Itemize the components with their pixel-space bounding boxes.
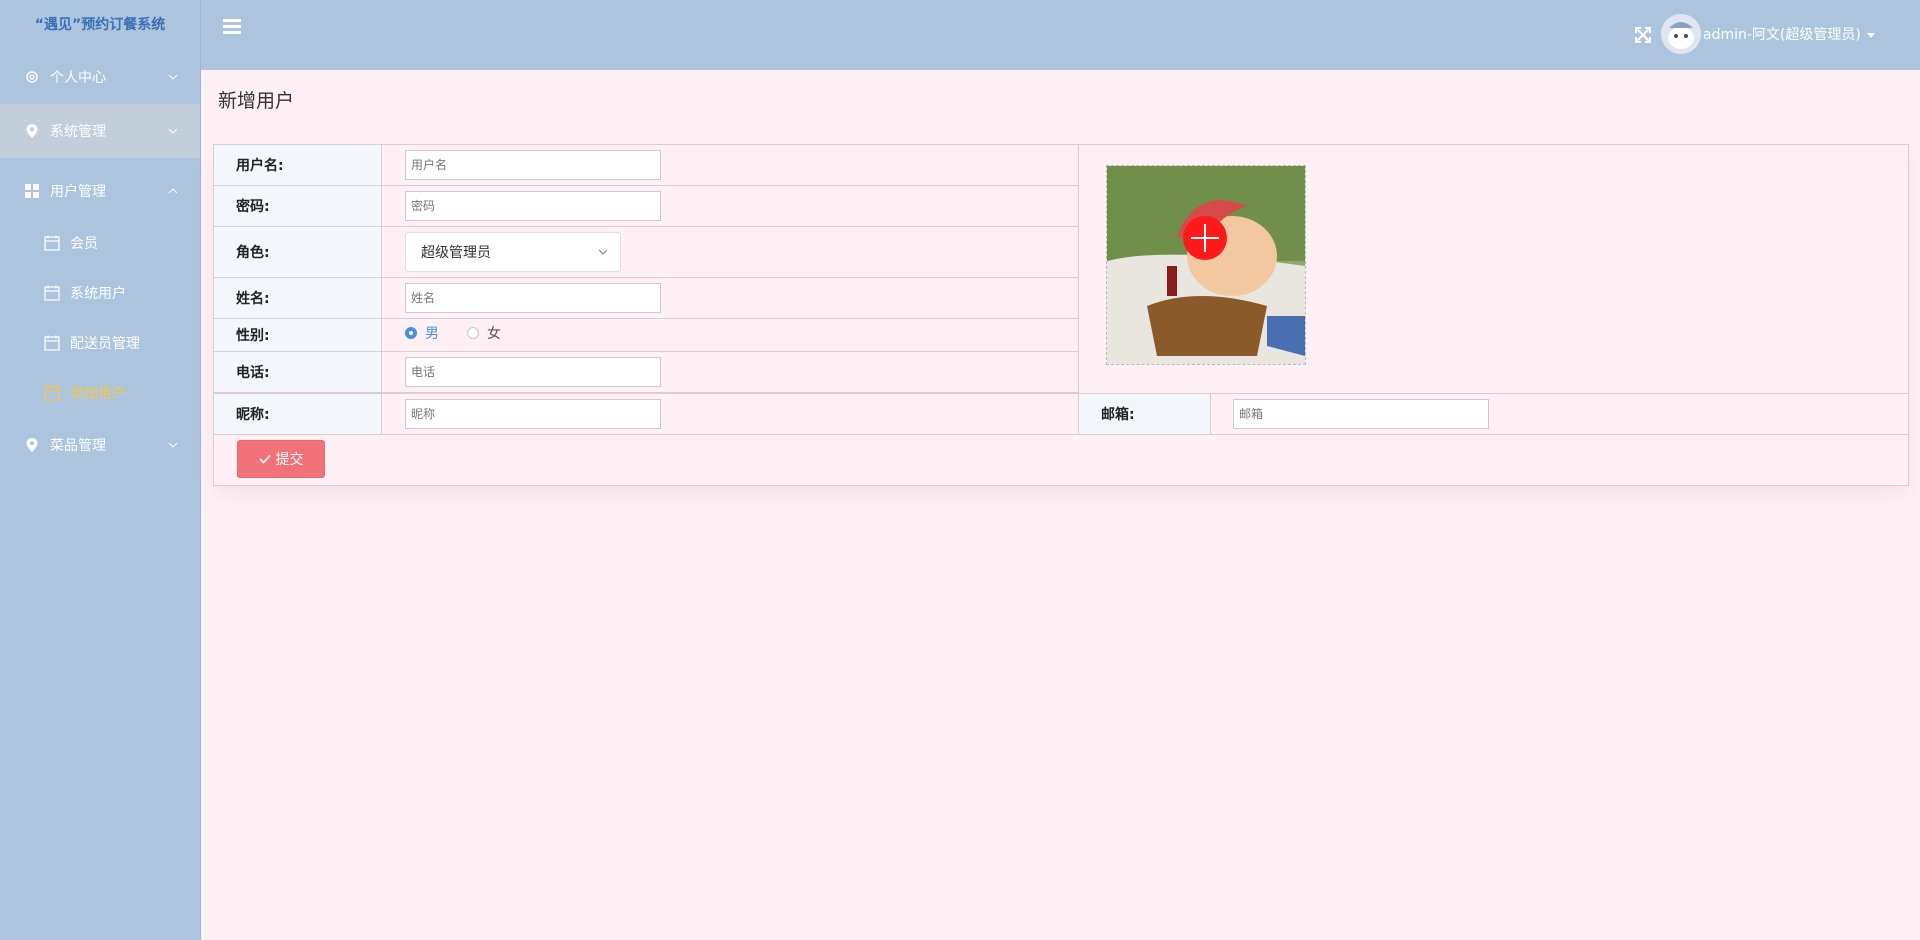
nickname-input[interactable] (405, 399, 661, 429)
role-selected-value: 超级管理员 (421, 245, 491, 261)
top-header: admin-阿文(超级管理员) (201, 0, 1920, 70)
email-field-cell (1211, 394, 1908, 434)
add-user-form: 用户名: 密码: 角色: 超级管理员 姓名: 性别: (213, 144, 1909, 486)
role-label: 角色: (214, 227, 382, 277)
avatar-preview-image (1107, 166, 1305, 364)
avatar-uploader[interactable] (1106, 165, 1306, 365)
location-pin-icon (24, 123, 40, 139)
username-label: 用户名: (214, 145, 382, 185)
radio-dot (467, 327, 479, 339)
gender-radio-female[interactable]: 女 (467, 323, 501, 343)
name-input[interactable] (405, 283, 661, 313)
sidebar-subitem-label: 配送员管理 (70, 336, 140, 352)
grid-icon (24, 183, 40, 199)
email-input[interactable] (1233, 399, 1489, 429)
plus-icon (1183, 216, 1227, 260)
sidebar-item-label: 系统管理 (50, 124, 106, 140)
sidebar-subitem-delivery-management[interactable]: 配送员管理 (0, 318, 200, 368)
calendar-icon (44, 385, 60, 401)
user-menu[interactable]: admin-阿文(超级管理员) (1703, 24, 1875, 44)
page-title: 新增用户 (218, 90, 295, 112)
check-icon (258, 454, 271, 464)
chevron-down-icon (598, 249, 608, 255)
location-pin-icon (24, 437, 40, 453)
chevron-down-icon (168, 128, 178, 134)
user-name: admin-阿文(超级管理员) (1703, 27, 1861, 43)
username-input[interactable] (405, 150, 661, 180)
calendar-icon (44, 285, 60, 301)
chevron-down-icon (168, 442, 178, 448)
column-divider (1078, 145, 1079, 393)
hamburger-menu-icon[interactable] (223, 16, 241, 36)
sidebar-subitem-add-user[interactable]: 添加用户 (0, 368, 200, 418)
sidebar-subitem-system-users[interactable]: 系统用户 (0, 268, 200, 318)
sidebar-subitem-label: 会员 (70, 236, 98, 252)
phone-input[interactable] (405, 357, 661, 387)
sidebar-subitem-label: 系统用户 (70, 286, 126, 302)
chevron-up-icon (168, 188, 178, 194)
role-row: 角色: 超级管理员 (214, 227, 1078, 278)
radio-dot (405, 327, 417, 339)
nickname-field-cell (383, 394, 1099, 434)
password-row: 密码: (214, 186, 1078, 227)
calendar-icon (44, 235, 60, 251)
sidebar-item-system-management[interactable]: 系统管理 (0, 104, 200, 158)
role-field-cell: 超级管理员 (383, 227, 1078, 277)
submit-button[interactable]: 提交 (237, 440, 325, 478)
sidebar-item-personal-center[interactable]: 个人中心 (0, 50, 200, 104)
role-select[interactable]: 超级管理员 (405, 232, 621, 272)
username-field-cell (383, 145, 1078, 185)
app-title: “遇见”预约订餐系统 (34, 17, 166, 33)
radio-label: 男 (425, 326, 439, 342)
nickname-label: 昵称: (214, 394, 382, 434)
calendar-icon (44, 335, 60, 351)
phone-row: 电话: (214, 352, 1078, 393)
sidebar-item-label: 个人中心 (50, 70, 106, 86)
sidebar-item-label: 用户管理 (50, 184, 106, 200)
username-row: 用户名: (214, 145, 1078, 186)
email-label: 邮箱: (1078, 394, 1211, 434)
password-label: 密码: (214, 186, 382, 226)
avatar[interactable] (1661, 14, 1701, 54)
sidebar-item-label: 菜品管理 (50, 438, 106, 454)
radio-label: 女 (487, 326, 501, 342)
gender-radio-male[interactable]: 男 (405, 323, 439, 343)
chevron-down-icon (168, 74, 178, 80)
sidebar-subitem-members[interactable]: 会员 (0, 218, 200, 268)
fullscreen-icon[interactable] (1634, 26, 1652, 44)
sidebar: “遇见”预约订餐系统 个人中心 系统管理 用户管理 会员 系统用户 配送员管理 … (0, 0, 201, 940)
gender-label: 性别: (214, 319, 382, 351)
nickname-email-row: 昵称: 邮箱: (214, 393, 1908, 435)
sidebar-item-user-management[interactable]: 用户管理 (0, 164, 200, 218)
submit-label: 提交 (275, 452, 304, 468)
name-field-cell (383, 278, 1078, 318)
gender-row: 性别: 男 女 (214, 319, 1078, 352)
gender-field-cell: 男 女 (383, 319, 1078, 351)
sidebar-subitem-label: 添加用户 (70, 386, 126, 402)
phone-label: 电话: (214, 352, 382, 392)
caret-down-icon (1866, 32, 1875, 38)
password-field-cell (383, 186, 1078, 226)
phone-field-cell (383, 352, 1078, 392)
sidebar-item-dish-management[interactable]: 菜品管理 (0, 418, 200, 472)
name-label: 姓名: (214, 278, 382, 318)
name-row: 姓名: (214, 278, 1078, 319)
password-input[interactable] (405, 191, 661, 221)
gear-icon (24, 69, 40, 85)
